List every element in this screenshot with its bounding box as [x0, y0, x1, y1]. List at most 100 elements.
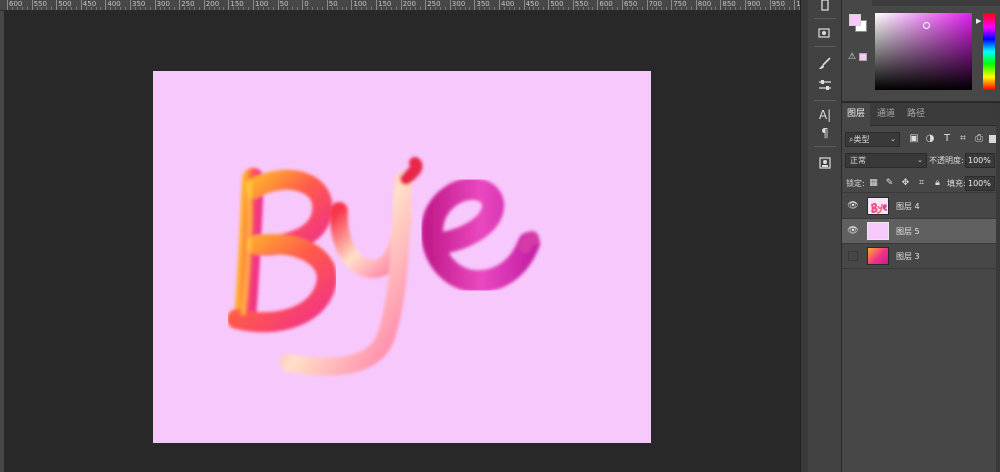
ruler-minor-tick: [676, 7, 678, 10]
document-canvas[interactable]: [153, 71, 651, 443]
ruler-minor-tick: [444, 7, 446, 10]
ruler-minor-tick: [385, 7, 387, 10]
color-picker-field[interactable]: [875, 13, 972, 90]
ruler-label: 250: [427, 0, 441, 8]
layer-thumbnail: [867, 247, 889, 265]
ruler-minor-tick: [292, 7, 294, 10]
ruler-minor-tick: [336, 7, 338, 10]
ruler-minor-tick: [213, 7, 215, 10]
ruler-minor-tick: [51, 7, 53, 10]
lock-all-icon[interactable]: 🔒︎: [932, 178, 943, 189]
layer-row[interactable]: 👁︎ 图层 5: [842, 219, 1000, 244]
ruler-minor-tick: [435, 7, 437, 10]
ruler-minor-tick: [538, 7, 540, 10]
toolstrip-separator: [814, 46, 836, 47]
ruler-minor-tick: [66, 7, 68, 10]
horizontal-ruler: 600 550 500 450 400 350 300 250 200 150 100 50 0 50 10…: [0, 0, 800, 11]
shape-filter-icon[interactable]: ⌗: [957, 133, 969, 145]
ruler-minor-tick: [287, 7, 289, 10]
ruler-minor-tick: [730, 7, 732, 10]
layer-kind-label: 类型: [853, 135, 870, 144]
ruler-minor-tick: [193, 7, 195, 10]
layer-thumbnail: [867, 222, 889, 240]
adjustment-filter-icon[interactable]: ◑: [924, 133, 936, 145]
ruler-minor-tick: [567, 7, 569, 10]
character-icon[interactable]: A|: [816, 106, 834, 124]
ruler-minor-tick: [754, 7, 756, 10]
visibility-toggle[interactable]: [848, 251, 858, 261]
ruler-minor-tick: [528, 7, 530, 10]
ruler-minor-tick: [459, 7, 461, 10]
ruler-minor-tick: [602, 7, 604, 10]
smart-object-filter-icon[interactable]: ⎙: [973, 133, 985, 145]
lock-label: 锁定:: [846, 179, 865, 188]
ruler-label: 550: [33, 0, 47, 8]
ruler-label: 850: [722, 0, 736, 8]
color-picker-cursor[interactable]: [923, 22, 930, 29]
lock-pixels-icon[interactable]: ✎: [884, 178, 895, 189]
history-icon[interactable]: [816, 0, 834, 14]
tab-channels[interactable]: 通道: [872, 103, 900, 126]
lock-position-icon[interactable]: ✥: [900, 178, 911, 189]
ruler-minor-tick: [700, 7, 702, 10]
ruler-minor-tick: [779, 7, 781, 10]
ruler-minor-tick: [321, 7, 323, 10]
type-filter-icon[interactable]: T: [941, 133, 953, 145]
ruler-minor-tick: [553, 7, 555, 10]
ruler-minor-tick: [233, 7, 235, 10]
ruler-label: 300: [451, 0, 466, 8]
opacity-input[interactable]: 100%: [965, 153, 995, 168]
ruler-minor-tick: [484, 7, 486, 10]
ruler-minor-tick: [100, 7, 102, 10]
layer-name: 图层 4: [896, 202, 920, 211]
fill-input[interactable]: 100%: [965, 176, 995, 191]
ruler-minor-tick: [725, 7, 727, 10]
adjust-icon[interactable]: [816, 76, 834, 94]
ruler-minor-tick: [774, 7, 776, 10]
brush-settings-icon[interactable]: [816, 24, 834, 42]
ruler-minor-tick: [784, 7, 786, 10]
layer-row[interactable]: 👁︎ 图层 4: [842, 194, 1000, 219]
eye-icon[interactable]: 👁︎: [846, 200, 860, 212]
ruler-minor-tick: [134, 7, 136, 10]
foreground-color-swatch[interactable]: [849, 14, 861, 26]
ruler-label: 350: [132, 0, 146, 8]
image-filter-icon[interactable]: ▣: [908, 133, 920, 145]
paragraph-icon[interactable]: ¶: [816, 124, 834, 142]
ruler-minor-tick: [479, 7, 481, 10]
stamp-icon[interactable]: [816, 154, 834, 172]
ruler-minor-tick: [366, 7, 368, 10]
ruler-minor-tick: [144, 7, 146, 10]
panel-scroll-edge[interactable]: [996, 103, 1000, 472]
tab-paths[interactable]: 路径: [902, 103, 930, 126]
web-safe-color-swatch[interactable]: [859, 53, 867, 61]
ruler-minor-tick: [36, 7, 38, 10]
ruler-minor-tick: [464, 7, 466, 10]
ruler-minor-tick: [582, 7, 584, 10]
panel-divider[interactable]: [800, 0, 808, 472]
blend-mode-select[interactable]: 正常 ⌄: [845, 153, 927, 168]
ruler-minor-tick: [331, 7, 333, 10]
gamut-warning-icon[interactable]: ⚠: [848, 52, 856, 62]
ruler-minor-tick: [740, 7, 742, 10]
hue-slider[interactable]: [983, 13, 995, 90]
lock-transparency-icon[interactable]: ▦: [868, 178, 879, 189]
layer-row[interactable]: 图层 3: [842, 244, 1000, 269]
toolstrip-separator: [814, 18, 836, 19]
ruler-minor-tick: [243, 7, 245, 10]
brush-icon[interactable]: [816, 54, 834, 72]
tab-layers[interactable]: 图层: [842, 103, 871, 126]
ruler-minor-tick: [120, 7, 122, 10]
ruler-minor-tick: [356, 7, 358, 10]
bye-artwork: [227, 157, 540, 376]
layer-kind-filter[interactable]: ⌕类型 ⌄: [845, 132, 900, 147]
ruler-minor-tick: [316, 7, 318, 10]
ruler-minor-tick: [656, 7, 658, 10]
blend-row: 正常 ⌄ 不透明度: 100% ⌄: [842, 153, 1000, 170]
ruler-label: 750: [673, 0, 687, 8]
ruler-label: 350: [476, 0, 490, 8]
ruler-minor-tick: [341, 7, 343, 10]
eye-icon[interactable]: 👁︎: [846, 225, 860, 237]
lock-artboard-icon[interactable]: ⌗: [916, 178, 927, 189]
ruler-minor-tick: [16, 7, 18, 10]
